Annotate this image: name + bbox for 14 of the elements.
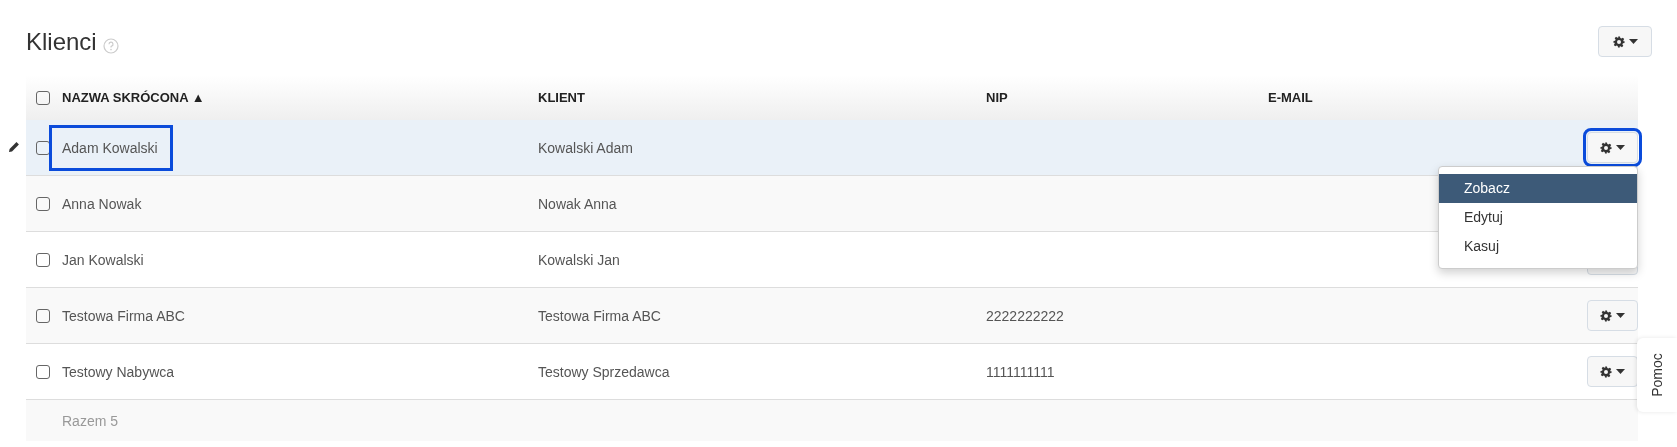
table-cell: Nowak Anna	[538, 195, 617, 212]
table-cell: 1111111111	[986, 363, 1055, 380]
table-cell: Kowalski Jan	[538, 251, 620, 268]
row-count: Razem 5	[62, 412, 119, 429]
table-cell: Testowa Firma ABC	[62, 307, 185, 324]
table-cell: Adam Kowalski	[52, 127, 170, 168]
table-cell: Testowy Sprzedawca	[538, 363, 670, 380]
page-title: Klienci	[26, 27, 97, 56]
table-cell: Testowy Nabywca	[62, 363, 175, 380]
table-cell: Testowa Firma ABC	[538, 307, 661, 324]
table-cell: Jan Kowalski	[62, 251, 144, 268]
table-cell: Anna Nowak	[62, 195, 142, 212]
table-cell: Kowalski Adam	[538, 139, 633, 156]
table-cell: 2222222222	[986, 307, 1064, 324]
